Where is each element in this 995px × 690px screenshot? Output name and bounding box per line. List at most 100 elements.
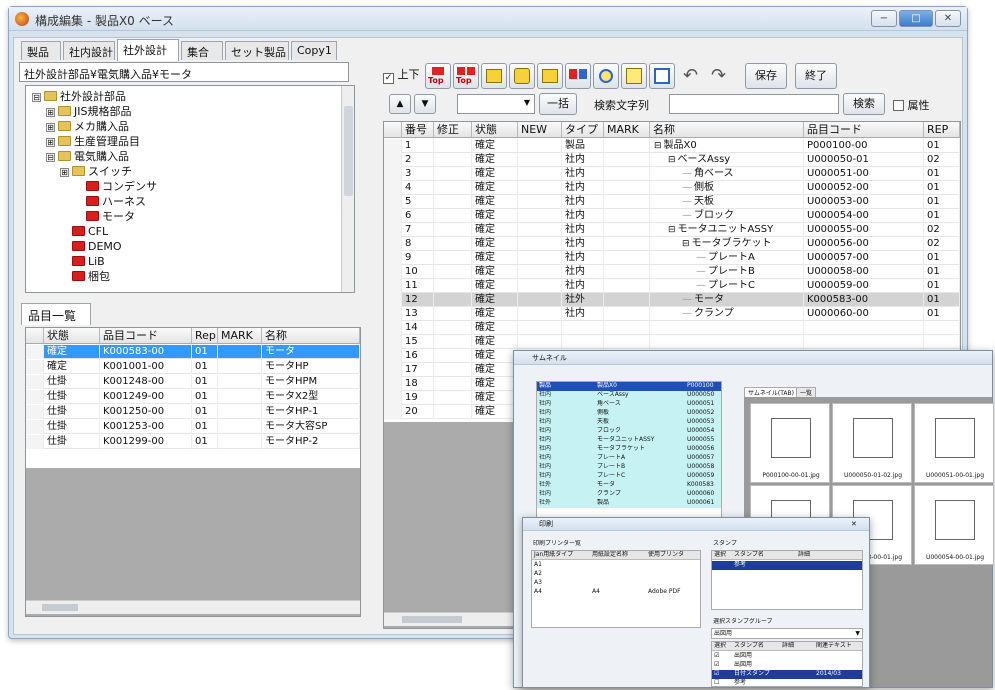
move-up-button[interactable]: ▲ — [389, 94, 411, 114]
search-button[interactable]: 検索 — [843, 93, 885, 115]
tree-sync-button[interactable] — [593, 63, 619, 89]
thumb-list-row[interactable]: 社内 ベースAssy U000050 — [537, 391, 721, 400]
stamp-group-row[interactable]: ☑ 出図用 — [712, 661, 862, 670]
tree-copy-button[interactable] — [481, 63, 507, 89]
tree-swap-button[interactable] — [565, 63, 591, 89]
grid-row[interactable]: 4 確定 社内 — 側板 U000052-00 01 — [384, 181, 960, 195]
thumbnail[interactable]: U000050-01-02.jpg — [832, 403, 912, 483]
tree-item[interactable]: ⊞ スイッチ — [60, 165, 132, 179]
thumb-list-row[interactable]: 社内 ブロック U000054 — [537, 427, 721, 436]
list-hscrollbar[interactable] — [26, 600, 360, 614]
move-down-button[interactable]: ▼ — [414, 94, 436, 114]
expand-icon[interactable]: ⊞ — [46, 123, 55, 132]
category-tree[interactable]: ⊟ 社外設計部品 ⊞ JIS規格部品 ⊞ メカ購入品 ⊞ 生産管理品目 ⊟ 電気購入品 ⊞ スイッチコ… — [25, 85, 355, 293]
grid-row[interactable]: 12 確定 社外 — モータ K000583-00 01 — [384, 293, 960, 307]
expand-icon[interactable]: ⊞ — [46, 138, 55, 147]
list-header-cell[interactable]: Rep — [192, 328, 218, 344]
list-header-cell[interactable]: 状態 — [44, 328, 100, 344]
thumb-list-row[interactable]: 社外 モータ K000583 — [537, 481, 721, 490]
thumbnail[interactable]: U000054-00-01.jpg — [914, 485, 994, 565]
grid-row[interactable]: 11 確定 社内 — プレートC U000059-00 01 — [384, 279, 960, 293]
tree-item[interactable]: コンデンサ — [74, 180, 157, 194]
grid-row[interactable]: 3 確定 社内 — 角ベース U000051-00 01 — [384, 167, 960, 181]
tab-0[interactable]: 製品 — [21, 41, 61, 60]
grid-row[interactable]: 6 確定 社内 — ブロック U000054-00 01 — [384, 209, 960, 223]
thumb-list-row[interactable]: 社内 クランプ U000060 — [537, 490, 721, 499]
thumbnail[interactable]: P000100-00-01.jpg — [750, 403, 830, 483]
redo-icon[interactable]: ↷ — [711, 65, 726, 86]
thumb-list-row[interactable]: 社内 側板 U000052 — [537, 409, 721, 418]
search-input[interactable] — [669, 94, 839, 114]
grid-row[interactable]: 2 確定 社内 ⊟ ベースAssy U000050-01 02 — [384, 153, 960, 167]
thumb-list-row[interactable]: 社外 製品 U000061 — [537, 499, 721, 508]
tree-expand-icon[interactable]: ⊟ — [668, 225, 676, 235]
close-button[interactable]: ✕ — [935, 10, 961, 27]
printer-row[interactable]: A2 — [532, 570, 700, 579]
tree-move-button[interactable] — [537, 63, 563, 89]
list-row[interactable]: 確定 K000583-00 01 モータ — [26, 345, 360, 359]
list-row[interactable]: 仕掛 K001299-00 01 モータHP-2 — [26, 435, 360, 449]
thumb-list-row[interactable]: 社内 モータユニットASSY U000055 — [537, 436, 721, 445]
expand-icon[interactable]: ⊟ — [32, 93, 41, 102]
tree-item[interactable]: ⊟ 社外設計部品 — [32, 90, 126, 104]
tree-structure-button[interactable] — [621, 63, 647, 89]
printer-row[interactable]: A1 — [532, 561, 700, 570]
thumb-list-row[interactable]: 社内 プレートB U000058 — [537, 463, 721, 472]
grid-header-cell[interactable]: 番号 — [402, 122, 434, 138]
print-close-icon[interactable]: ✕ — [851, 520, 857, 528]
undo-icon[interactable]: ↶ — [683, 65, 698, 86]
thumb-list-row[interactable]: 社内 モータブラケット U000056 — [537, 445, 721, 454]
filter-dropdown[interactable]: ▼ — [457, 94, 535, 114]
stamp-group-select[interactable]: 出図用 ▼ — [711, 628, 863, 639]
end-button[interactable]: 終了 — [795, 63, 837, 89]
grid-header-cell[interactable]: 品目コード — [804, 122, 924, 138]
expand-icon[interactable]: ⊟ — [46, 153, 55, 162]
tree-item[interactable]: LiB — [60, 255, 105, 269]
tab-3[interactable]: 集合 — [181, 41, 223, 60]
stamp-row[interactable]: 参考 — [712, 561, 862, 570]
minimize-button[interactable]: − — [871, 10, 897, 27]
tree-item[interactable]: ⊞ JIS規格部品 — [46, 105, 131, 119]
tab-4[interactable]: セット製品 — [225, 41, 289, 60]
grid-header-cell[interactable]: 名称 — [650, 122, 804, 138]
updown-checkbox[interactable]: ✓ 上下 — [383, 66, 421, 86]
list-header-cell[interactable]: 品目コード — [100, 328, 192, 344]
grid-row[interactable]: 10 確定 社内 — プレートB U000058-00 01 — [384, 265, 960, 279]
tree-link-button[interactable] — [509, 63, 535, 89]
tab-2[interactable]: 社外設計 — [117, 39, 179, 61]
grid-row[interactable]: 8 確定 社内 ⊟ モータブラケット U000056-00 02 — [384, 237, 960, 251]
move-top-all-button[interactable]: Top — [453, 63, 479, 89]
grid-header-cell[interactable]: MARK — [604, 122, 650, 138]
list-row[interactable]: 仕掛 K001249-00 01 モータX2型 — [26, 390, 360, 404]
printer-row[interactable]: A3 — [532, 579, 700, 588]
tree-item[interactable]: ⊞ メカ購入品 — [46, 120, 129, 134]
tree-item[interactable]: DEMO — [60, 240, 122, 254]
tree-view-button[interactable] — [649, 63, 675, 89]
tree-scrollbar[interactable] — [341, 86, 354, 292]
tree-item[interactable]: モータ — [74, 210, 135, 224]
bulk-button[interactable]: 一括 — [539, 93, 577, 115]
tree-expand-icon[interactable]: ⊟ — [654, 141, 662, 151]
save-button[interactable]: 保存 — [745, 63, 787, 89]
thumbnail[interactable]: U000051-00-01.jpg — [914, 403, 994, 483]
tree-item[interactable]: ⊟ 電気購入品 — [46, 150, 129, 164]
list-header-cell[interactable]: 名称 — [262, 328, 360, 344]
stamp-group-row[interactable]: ☑ 日付スタンプ 2014/03 — [712, 670, 862, 679]
tree-item[interactable]: ハーネス — [74, 195, 146, 209]
grid-row[interactable]: 5 確定 社内 — 天板 U000053-00 01 — [384, 195, 960, 209]
grid-header-cell[interactable]: タイプ — [562, 122, 604, 138]
move-top-button[interactable]: Top — [425, 63, 451, 89]
tab-1[interactable]: 社内設計 — [63, 41, 115, 60]
maximize-button[interactable]: □ — [899, 10, 933, 27]
thumb-list-row[interactable]: 社内 天板 U000053 — [537, 418, 721, 427]
list-row[interactable]: 仕掛 K001248-00 01 モータHPM — [26, 375, 360, 389]
expand-icon[interactable]: ⊞ — [46, 108, 55, 117]
grid-header-cell[interactable]: REP — [924, 122, 960, 138]
grid-row[interactable]: 14 確定 — [384, 321, 960, 335]
thumb-list-row[interactable]: 社内 プレートC U000059 — [537, 472, 721, 481]
tree-expand-icon[interactable]: ⊟ — [682, 239, 690, 249]
list-row[interactable]: 仕掛 K001253-00 01 モータ大容SP — [26, 420, 360, 434]
stamp-group-row[interactable]: ☐ 参考 — [712, 679, 862, 688]
grid-row[interactable]: 15 確定 — [384, 335, 960, 349]
tab-5[interactable]: Copy1 — [291, 41, 337, 60]
